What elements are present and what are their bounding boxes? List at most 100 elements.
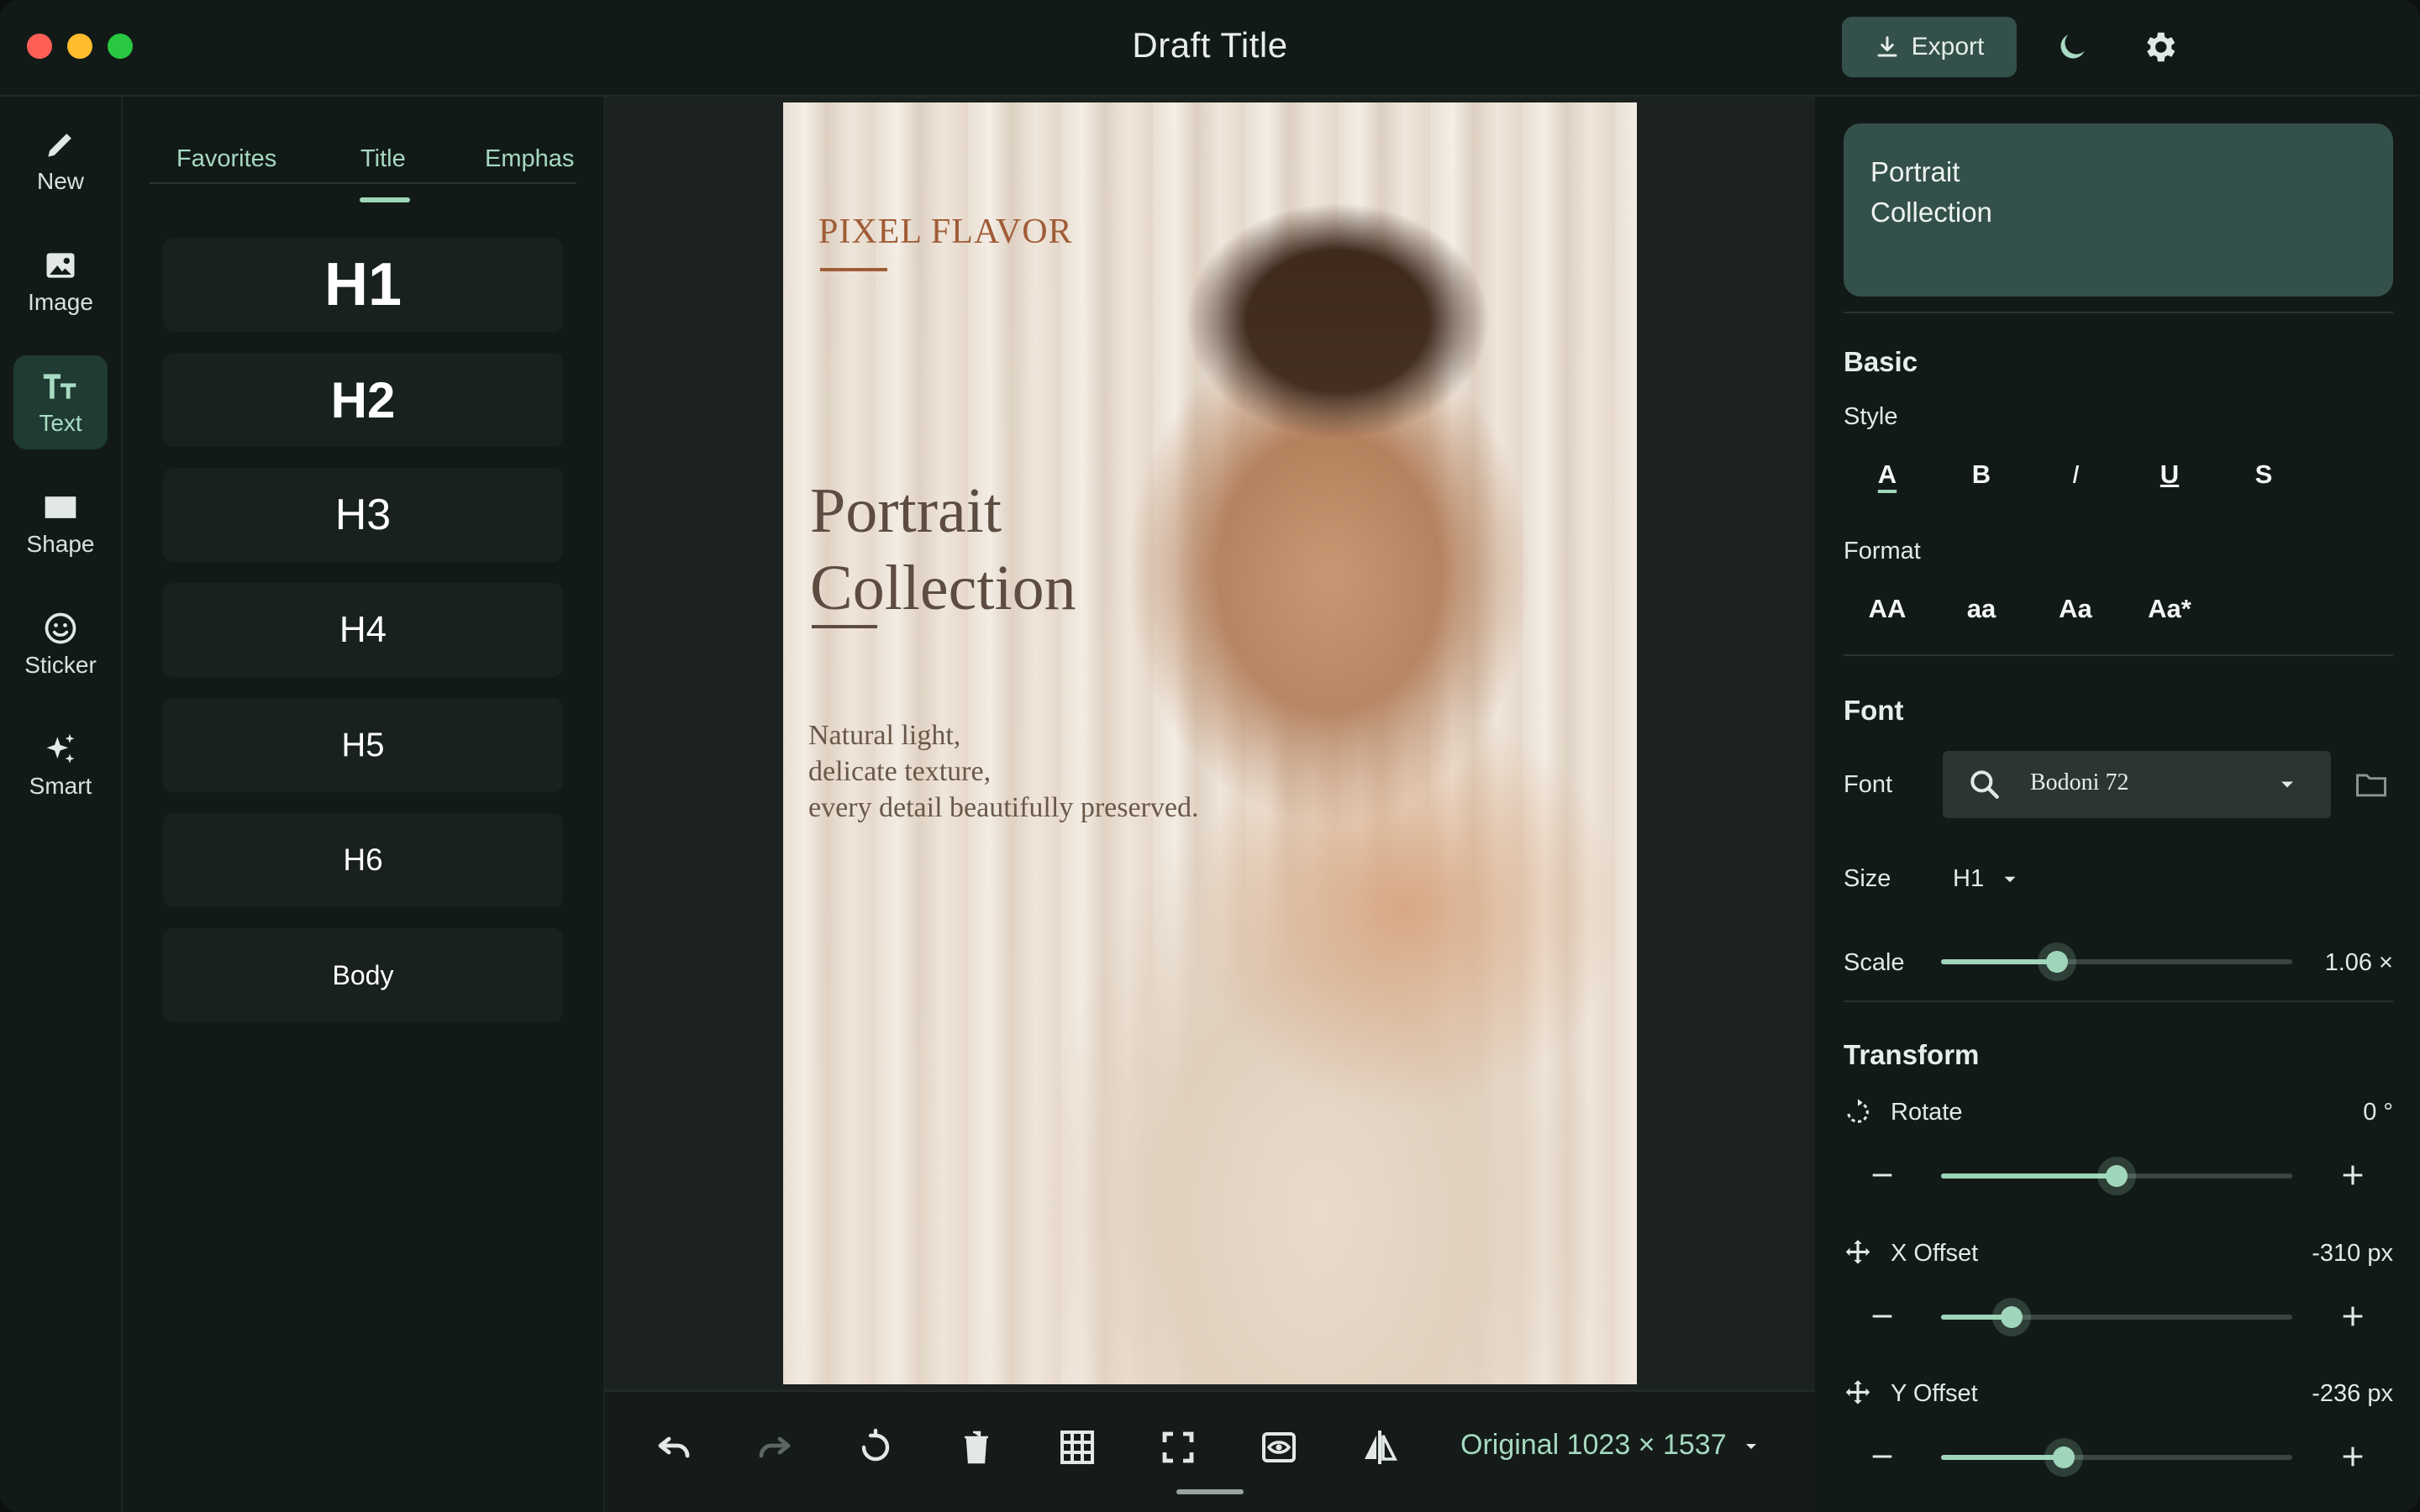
folder-icon <box>2356 774 2386 797</box>
reset-button[interactable] <box>852 1424 899 1471</box>
y-offset-increase-button[interactable] <box>2333 1436 2373 1477</box>
grid-button[interactable] <box>1054 1424 1101 1471</box>
style-card-h5[interactable]: H5 <box>163 698 563 792</box>
text-content-field[interactable]: Portrait Collection <box>1844 123 2393 297</box>
minus-icon <box>1872 1455 1892 1458</box>
move-icon <box>1845 1380 1870 1404</box>
x-offset-slider-thumb[interactable] <box>2000 1306 2023 1328</box>
x-offset-decrease-button[interactable] <box>1862 1296 1902 1336</box>
canvas-area: PIXEL FLAVOR Portrait Collection Natural… <box>605 97 1815 1512</box>
style-card-h3[interactable]: H3 <box>163 468 563 562</box>
x-offset-increase-button[interactable] <box>2333 1296 2373 1336</box>
format-label: Format <box>1844 538 1921 564</box>
rail-item-new[interactable]: New <box>13 113 108 207</box>
text-color-button[interactable]: A <box>1854 449 1921 500</box>
dark-mode-toggle[interactable] <box>2050 25 2094 69</box>
poster-subtext[interactable]: Natural light, delicate texture, every d… <box>808 717 1198 826</box>
underline-button[interactable]: U <box>2136 449 2203 500</box>
rail-label: Text <box>39 410 82 436</box>
style-card-h2[interactable]: H2 <box>163 353 563 447</box>
redo-button[interactable] <box>751 1424 798 1471</box>
undo-button[interactable] <box>650 1424 697 1471</box>
image-size-dropdown[interactable]: Original 1023 × 1537 <box>1460 1429 1761 1462</box>
style-card-h6[interactable]: H6 <box>163 813 563 907</box>
style-label: Style <box>1844 403 1898 430</box>
uppercase-button[interactable]: AA <box>1854 584 1921 634</box>
app-window: Draft Title Export New Image Text Shape <box>0 0 2420 1512</box>
font-label: Font <box>1844 771 1893 798</box>
section-title-transform: Transform <box>1844 1039 1980 1070</box>
font-value: Bodoni 72 <box>2030 769 2129 795</box>
sentence-case-button[interactable]: Aa* <box>2136 584 2203 634</box>
title-bar: Draft Title Export <box>0 0 2420 97</box>
rail-item-shape[interactable]: Shape <box>13 476 108 570</box>
home-indicator <box>1176 1489 1244 1494</box>
size-value: H1 <box>1953 865 1985 892</box>
inspector-panel: Portrait Collection Basic Style A B I U … <box>1817 97 2420 1512</box>
headline-line-1: Portrait <box>810 475 1002 546</box>
strikethrough-button[interactable]: S <box>2230 449 2297 500</box>
tab-favorites[interactable]: Favorites <box>176 145 276 173</box>
tab-title[interactable]: Title <box>360 145 406 173</box>
rotate-icon <box>1847 1099 1869 1123</box>
rail-label: Image <box>28 289 93 315</box>
rail-label: Shape <box>26 531 95 557</box>
chevron-down-icon <box>2004 877 2016 883</box>
italic-button[interactable]: I <box>2042 449 2109 500</box>
chevron-down-icon <box>1746 1444 1757 1450</box>
rail-item-text[interactable]: Text <box>13 355 108 449</box>
y-offset-decrease-button[interactable] <box>1862 1436 1902 1477</box>
style-card-body[interactable]: Body <box>163 928 563 1022</box>
y-offset-slider-thumb[interactable] <box>2053 1446 2075 1468</box>
y-offset-label: Y Offset <box>1891 1380 1978 1407</box>
minus-icon <box>1872 1173 1892 1177</box>
style-card-h1[interactable]: H1 <box>163 238 563 332</box>
poster-canvas[interactable]: PIXEL FLAVOR Portrait Collection Natural… <box>783 102 1637 1384</box>
scale-value: 1.06 × <box>2324 949 2393 976</box>
export-label: Export <box>1911 33 1985 60</box>
settings-button[interactable] <box>2138 25 2181 69</box>
subtext-line-3: every detail beautifully preserved. <box>808 792 1199 823</box>
x-offset-label: X Offset <box>1891 1240 1979 1267</box>
capitalize-button[interactable]: Aa <box>2042 584 2109 634</box>
moon-icon <box>2060 34 2085 59</box>
divider <box>1844 312 2393 313</box>
compare-button[interactable] <box>1356 1424 1403 1471</box>
active-tab-indicator <box>360 197 410 202</box>
rotate-label: Rotate <box>1891 1099 1963 1126</box>
headline-underline <box>812 625 877 628</box>
tab-emphasis[interactable]: Emphas <box>485 145 574 173</box>
move-icon <box>1845 1240 1870 1264</box>
undo-icon <box>658 1436 690 1458</box>
plus-icon <box>2343 1306 2363 1326</box>
size-label: Size <box>1844 865 1891 892</box>
search-icon <box>1970 770 1999 799</box>
rail-item-sticker[interactable]: Sticker <box>13 597 108 691</box>
style-card-h4[interactable]: H4 <box>163 583 563 677</box>
tool-rail: New Image Text Shape Sticker Smart <box>0 97 123 1512</box>
poster-brand-text[interactable]: PIXEL FLAVOR <box>818 212 1073 252</box>
scale-slider-thumb[interactable] <box>2045 951 2068 973</box>
font-select[interactable]: Bodoni 72 <box>1943 751 2331 818</box>
rail-item-smart[interactable]: Smart <box>13 718 108 812</box>
rotate-increase-button[interactable] <box>2333 1155 2373 1195</box>
bold-button[interactable]: B <box>1948 449 2015 500</box>
rail-item-image[interactable]: Image <box>13 234 108 328</box>
delete-button[interactable] <box>953 1424 1000 1471</box>
poster-headline[interactable]: Portrait Collection <box>810 472 1076 627</box>
lowercase-button[interactable]: aa <box>1948 584 2015 634</box>
pencil-icon <box>48 134 71 157</box>
fit-screen-button[interactable] <box>1155 1424 1202 1471</box>
trash-icon <box>965 1431 988 1464</box>
rotate-decrease-button[interactable] <box>1862 1155 1902 1195</box>
export-button[interactable]: Export <box>1842 17 2017 77</box>
preview-button[interactable] <box>1255 1424 1302 1471</box>
gear-icon <box>2147 32 2175 62</box>
grid-icon <box>1060 1431 1094 1464</box>
size-select[interactable]: H1 <box>1953 865 2021 893</box>
section-title-font: Font <box>1844 695 1904 726</box>
font-folder-button[interactable] <box>2351 764 2391 805</box>
scale-slider-fill <box>1941 959 2057 964</box>
rail-label: Sticker <box>24 652 97 678</box>
rotate-slider-thumb[interactable] <box>2106 1165 2128 1187</box>
